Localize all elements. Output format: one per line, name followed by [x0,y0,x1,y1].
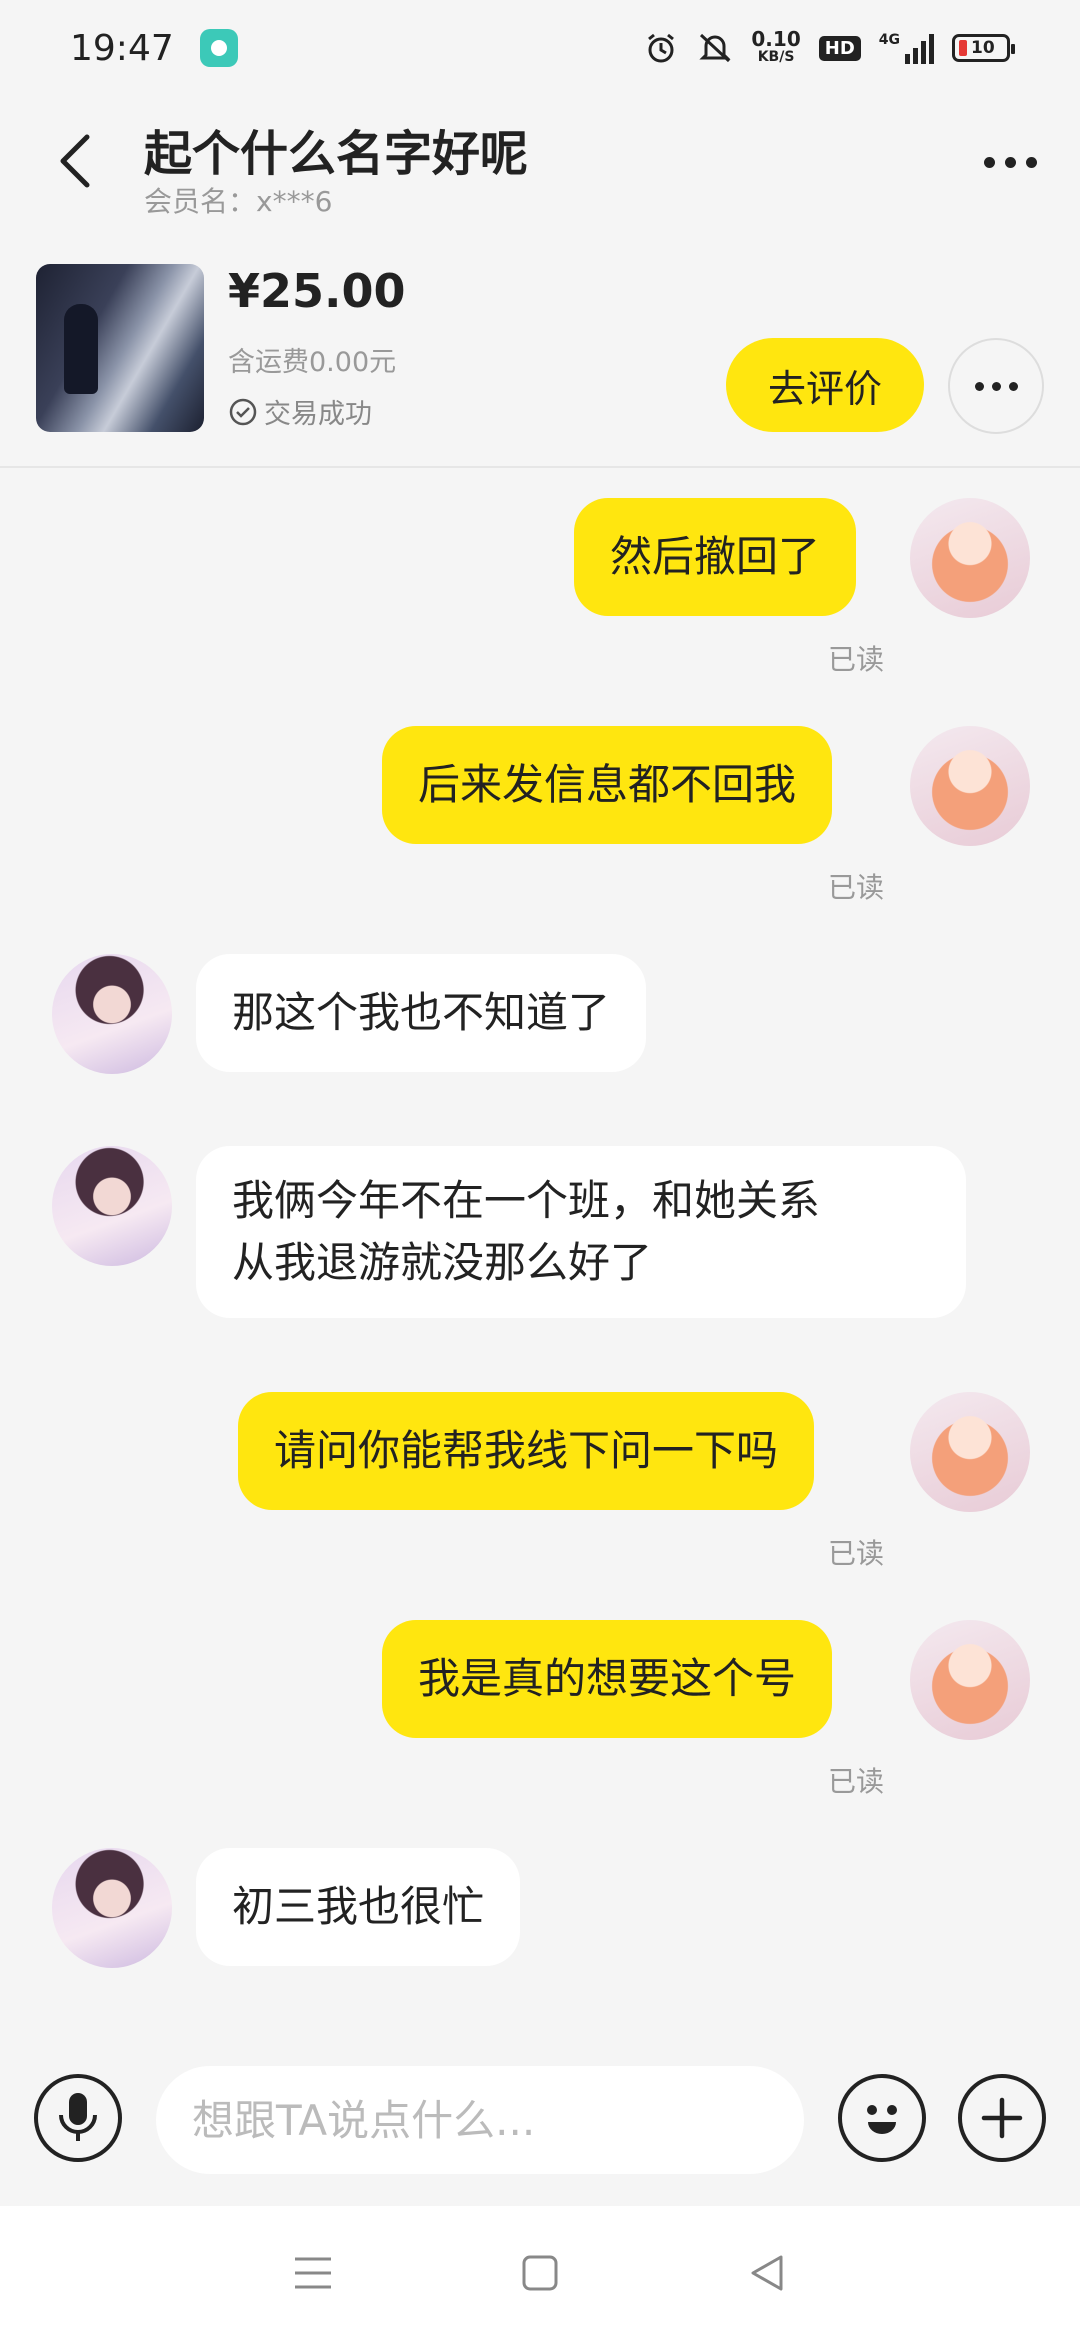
read-receipt: 已读 [828,871,885,904]
message-line: 从我退游就没那么好了 [232,1238,653,1287]
page-title: 起个什么名字好呢 [144,126,529,182]
message-bubble-received[interactable]: 那这个我也不知道了 [196,954,647,1072]
hd-icon: HD [818,35,861,61]
message-bubble-sent[interactable]: 我是真的想要这个号 [382,1620,833,1738]
emoji-button[interactable] [838,2074,926,2162]
read-receipt: 已读 [828,1537,885,1570]
contact-avatar[interactable] [52,954,172,1074]
add-attachment-button[interactable] [958,2074,1046,2162]
shipping-fee: 含运费0.00元 [228,347,397,378]
network-type-label: 4G [878,32,900,48]
product-thumbnail[interactable] [36,264,204,432]
read-receipt: 已读 [828,643,885,676]
battery-icon: 10 [952,34,1015,62]
contact-avatar[interactable] [52,1848,172,1968]
my-avatar[interactable] [910,726,1030,846]
more-dots-icon [974,381,984,391]
my-avatar[interactable] [910,498,1030,618]
message-input[interactable] [156,2066,804,2174]
smiley-icon [867,2105,897,2134]
app-notification-icon [199,29,238,67]
plus-icon [981,2097,1023,2139]
message-line: 我俩今年不在一个班，和她关系 [232,1176,821,1225]
voice-button[interactable] [34,2074,122,2162]
review-button[interactable]: 去评价 [726,338,924,432]
chevron-left-icon [60,134,90,188]
message-bubble-received[interactable]: 我俩今年不在一个班，和她关系 从我退游就没那么好了 [196,1146,966,1318]
net-speed: 0.10 KB/S [751,27,801,66]
battery-level: 10 [971,38,995,58]
menu-nav-button[interactable] [273,2233,353,2313]
status-time: 19:47 [70,27,174,69]
trade-status: 交易成功 [228,392,372,431]
system-nav-bar [0,2206,1080,2340]
member-name: 会员名：x***6 [144,185,333,218]
more-options-button[interactable] [970,134,1050,190]
product-card: ¥25.00 含运费0.00元 交易成功 去评价 [0,246,1080,468]
signal-icon: 4G [879,32,934,64]
back-nav-button[interactable] [727,2233,807,2313]
message-bubble-sent[interactable]: 请问你能帮我线下问一下吗 [238,1392,815,1510]
back-triangle-icon [751,2255,783,2291]
check-circle-icon [229,398,257,425]
home-nav-button[interactable] [500,2233,580,2313]
trade-status-label: 交易成功 [264,399,372,430]
status-icons: 0.10 KB/S HD 4G 10 [643,27,1015,66]
home-square-icon [522,2255,558,2291]
message-bubble-sent[interactable]: 然后撤回了 [574,498,857,616]
net-speed-unit: KB/S [757,49,795,65]
message-bubble-received[interactable]: 初三我也很忙 [196,1848,521,1966]
alarm-icon [643,30,679,66]
status-bar: 19:47 0.10 KB/S HD 4G 10 [0,0,1080,96]
chat-header: 起个什么名字好呢 会员名：x***6 [0,96,1080,246]
my-avatar[interactable] [910,1392,1030,1512]
back-button[interactable] [40,126,110,196]
net-speed-value: 0.10 [751,27,801,51]
more-dots-icon [983,156,995,168]
my-avatar[interactable] [910,1620,1030,1740]
product-price: ¥25.00 [228,264,406,318]
product-more-button[interactable] [948,338,1044,434]
mute-icon [697,30,733,66]
contact-avatar[interactable] [52,1146,172,1266]
read-receipt: 已读 [828,1765,885,1798]
menu-icon [295,2257,332,2289]
message-bubble-sent[interactable]: 后来发信息都不回我 [382,726,833,844]
input-bar [0,2062,1080,2212]
microphone-icon [59,2093,97,2141]
